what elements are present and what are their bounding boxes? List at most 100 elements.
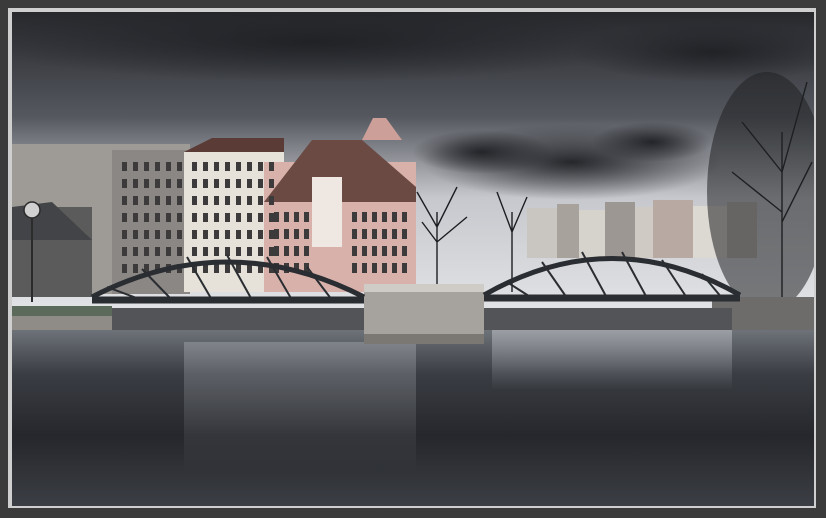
window	[304, 212, 309, 222]
window	[214, 179, 219, 188]
window	[203, 230, 208, 239]
window	[166, 230, 171, 239]
window	[192, 162, 197, 171]
window	[133, 247, 138, 256]
window	[144, 230, 149, 239]
window	[177, 162, 182, 171]
window	[392, 246, 397, 256]
window	[269, 179, 274, 188]
window	[402, 212, 407, 222]
window	[133, 179, 138, 188]
storm-cloud	[412, 130, 552, 174]
window	[225, 179, 230, 188]
window	[372, 246, 377, 256]
window	[294, 246, 299, 256]
photo-frame	[0, 0, 826, 518]
window	[392, 212, 397, 222]
window	[192, 247, 197, 256]
window	[166, 196, 171, 205]
window	[144, 247, 149, 256]
window	[122, 213, 127, 222]
window	[225, 247, 230, 256]
window	[269, 196, 274, 205]
bridge-pier	[364, 284, 484, 344]
window	[304, 246, 309, 256]
window	[372, 212, 377, 222]
window	[382, 212, 387, 222]
window	[382, 229, 387, 239]
window	[294, 229, 299, 239]
window	[144, 213, 149, 222]
window	[155, 230, 160, 239]
window	[362, 229, 367, 239]
window	[122, 247, 127, 256]
window	[236, 213, 241, 222]
window	[155, 162, 160, 171]
window	[122, 264, 127, 273]
window	[214, 162, 219, 171]
window	[258, 162, 263, 171]
window	[402, 263, 407, 273]
window	[203, 196, 208, 205]
window	[155, 196, 160, 205]
window	[166, 162, 171, 171]
window	[133, 213, 138, 222]
photograph	[12, 12, 814, 506]
window	[122, 230, 127, 239]
window	[166, 247, 171, 256]
window	[133, 264, 138, 273]
window	[214, 196, 219, 205]
window	[362, 246, 367, 256]
window	[214, 264, 219, 273]
window	[214, 230, 219, 239]
window	[192, 196, 197, 205]
window	[177, 213, 182, 222]
window	[284, 246, 289, 256]
window	[372, 263, 377, 273]
grey-building	[12, 144, 190, 297]
window	[177, 247, 182, 256]
window	[269, 162, 274, 171]
window	[352, 263, 357, 273]
window	[155, 213, 160, 222]
window	[192, 230, 197, 239]
window	[177, 230, 182, 239]
window	[258, 196, 263, 205]
sky-reflection	[492, 330, 732, 390]
window	[372, 229, 377, 239]
window	[269, 230, 274, 239]
window	[225, 264, 230, 273]
window	[402, 246, 407, 256]
window	[155, 179, 160, 188]
window	[284, 229, 289, 239]
window	[144, 179, 149, 188]
window	[382, 246, 387, 256]
window	[247, 179, 252, 188]
window	[122, 162, 127, 171]
window	[284, 212, 289, 222]
building-reflection	[184, 342, 416, 472]
window	[362, 263, 367, 273]
window	[294, 212, 299, 222]
window	[352, 229, 357, 239]
window	[247, 213, 252, 222]
window	[155, 247, 160, 256]
window	[258, 213, 263, 222]
window	[258, 247, 263, 256]
window	[133, 162, 138, 171]
window	[402, 229, 407, 239]
window	[144, 196, 149, 205]
window	[269, 247, 274, 256]
window	[177, 196, 182, 205]
window	[392, 229, 397, 239]
window	[166, 179, 171, 188]
window	[274, 246, 279, 256]
river-scene	[12, 12, 814, 506]
window	[352, 212, 357, 222]
window	[192, 179, 197, 188]
window	[236, 230, 241, 239]
window	[258, 179, 263, 188]
window	[247, 196, 252, 205]
window	[236, 162, 241, 171]
window	[236, 179, 241, 188]
